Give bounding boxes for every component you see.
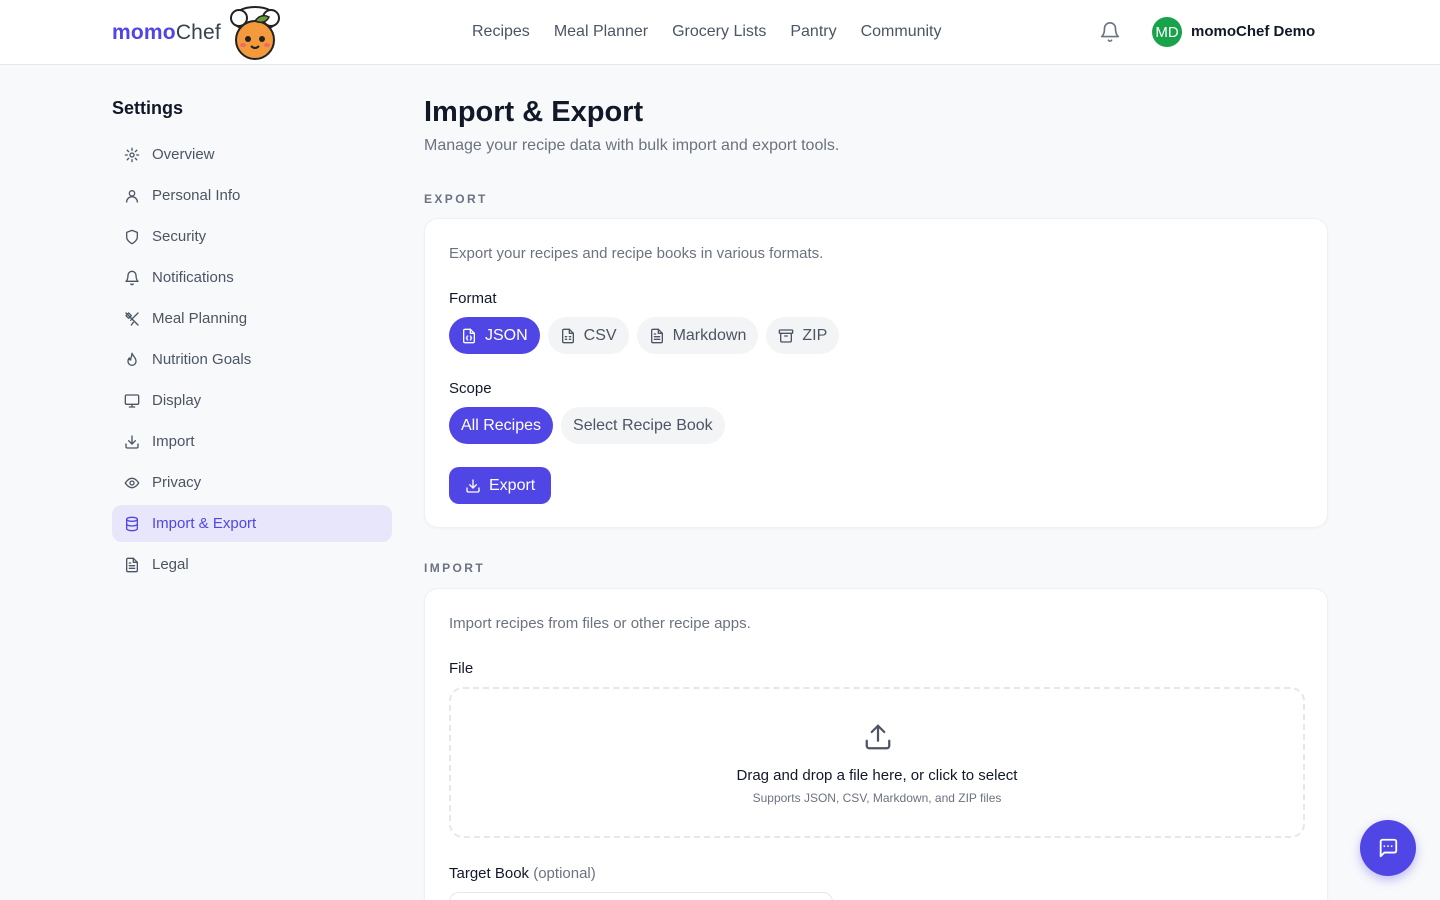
brand-logo[interactable]: momoChef — [112, 4, 285, 62]
scope-label: Scope — [449, 380, 492, 397]
nav-meal-planner[interactable]: Meal Planner — [554, 23, 648, 41]
monitor-icon — [124, 393, 140, 408]
shield-icon — [126, 229, 138, 244]
file-dropzone[interactable]: Drag and drop a file here, or click to s… — [449, 687, 1305, 838]
format-option-csv[interactable]: CSV — [547, 317, 629, 354]
format-option-zip[interactable]: ZIP — [766, 317, 840, 354]
sidebar-item-nutrition-goals[interactable]: Nutrition Goals — [112, 341, 392, 378]
format-option-json[interactable]: JSON — [449, 317, 540, 354]
target-book-select[interactable] — [449, 892, 833, 900]
sidebar-item-label: Legal — [152, 556, 189, 573]
user-name[interactable]: momoChef Demo — [1191, 23, 1315, 40]
download-icon — [466, 478, 480, 493]
chat-bubble-icon — [1379, 838, 1398, 858]
export-description: Export your recipes and recipe books in … — [449, 245, 824, 262]
nav-grocery-lists[interactable]: Grocery Lists — [672, 23, 766, 41]
sidebar-item-label: Personal Info — [152, 187, 241, 204]
format-option-label: JSON — [485, 326, 528, 344]
document-icon — [126, 557, 138, 572]
sidebar-item-label: Notifications — [152, 269, 234, 286]
sidebar-item-meal-planning[interactable]: Meal Planning — [112, 300, 392, 337]
dropzone-hint: Supports JSON, CSV, Markdown, and ZIP fi… — [752, 791, 1002, 805]
import-description: Import recipes from files or other recip… — [449, 615, 751, 632]
export-button-label: Export — [489, 476, 536, 494]
text-file-icon — [650, 328, 663, 343]
archive-icon — [779, 328, 794, 343]
format-option-label: CSV — [583, 326, 617, 344]
format-option-label: Markdown — [672, 326, 747, 344]
export-button[interactable]: Export — [449, 467, 552, 504]
sidebar-item-label: Security — [152, 228, 207, 245]
bell-icon — [125, 270, 139, 285]
optional-label: (optional) — [533, 865, 596, 882]
chef-mascot-icon — [229, 6, 280, 60]
flame-icon — [127, 352, 137, 366]
sidebar-item-label: Meal Planning — [152, 310, 248, 327]
dropzone-title: Drag and drop a file here, or click to s… — [736, 767, 1018, 784]
user-icon — [126, 189, 138, 203]
upload-icon — [865, 724, 891, 750]
sidebar-item-privacy[interactable]: Privacy — [112, 464, 392, 501]
file-label: File — [449, 660, 474, 677]
database-icon — [126, 516, 138, 531]
eye-icon — [124, 477, 140, 488]
sidebar-item-notifications[interactable]: Notifications — [112, 259, 392, 296]
sidebar-item-personal-info[interactable]: Personal Info — [112, 177, 392, 214]
sidebar-item-label: Display — [152, 392, 202, 409]
sidebar-item-overview[interactable]: Overview — [112, 136, 392, 173]
sidebar-item-label: Nutrition Goals — [152, 351, 252, 368]
sidebar-item-display[interactable]: Display — [112, 382, 392, 419]
scope-option-all-recipes[interactable]: All Recipes — [449, 407, 554, 444]
utensils-icon — [125, 311, 139, 326]
page-title: Import & Export — [424, 96, 644, 128]
page-subtitle: Manage your recipe data with bulk import… — [424, 137, 840, 154]
format-options: JSON CSV Markdown ZIP — [449, 317, 840, 354]
format-option-label: ZIP — [802, 326, 828, 344]
target-book-label: Target Book (optional) — [449, 865, 596, 882]
gear-icon — [124, 147, 140, 162]
settings-sidebar: Overview Personal Info Security Notifica… — [112, 136, 392, 587]
export-card: Export your recipes and recipe books in … — [424, 218, 1328, 528]
notifications-bell-icon[interactable] — [1099, 21, 1121, 43]
chat-button[interactable] — [1360, 820, 1416, 876]
sidebar-item-label: Import — [152, 433, 195, 450]
download-icon — [125, 434, 139, 449]
sidebar-item-import-export[interactable]: Import & Export — [112, 505, 392, 542]
target-book-label-text: Target Book — [449, 865, 530, 882]
sidebar-item-label: Overview — [152, 146, 215, 163]
scope-options: All Recipes Select Recipe Book — [449, 407, 725, 444]
import-card: Import recipes from files or other recip… — [424, 588, 1328, 900]
avatar[interactable]: MD — [1152, 17, 1182, 47]
main-nav: Recipes Meal Planner Grocery Lists Pantr… — [472, 0, 942, 64]
spreadsheet-file-icon — [561, 328, 574, 343]
sidebar-item-label: Privacy — [152, 474, 202, 491]
nav-community[interactable]: Community — [861, 23, 942, 41]
top-navbar: momoChef Recipes Meal Planner Grocery Li… — [0, 0, 1440, 65]
sidebar-item-label: Import & Export — [152, 515, 257, 532]
sidebar-item-import[interactable]: Import — [112, 423, 392, 460]
brand-name: momoChef — [112, 21, 221, 44]
scope-option-select-book[interactable]: Select Recipe Book — [561, 407, 725, 444]
sidebar-item-legal[interactable]: Legal — [112, 546, 392, 583]
export-section-label: EXPORT — [424, 192, 488, 206]
format-option-markdown[interactable]: Markdown — [636, 317, 759, 354]
sidebar-item-security[interactable]: Security — [112, 218, 392, 255]
nav-recipes[interactable]: Recipes — [472, 23, 530, 41]
import-section-label: IMPORT — [424, 561, 486, 575]
json-file-icon — [463, 328, 475, 343]
format-label: Format — [449, 290, 497, 307]
sidebar-title: Settings — [112, 98, 184, 118]
nav-pantry[interactable]: Pantry — [790, 23, 836, 41]
